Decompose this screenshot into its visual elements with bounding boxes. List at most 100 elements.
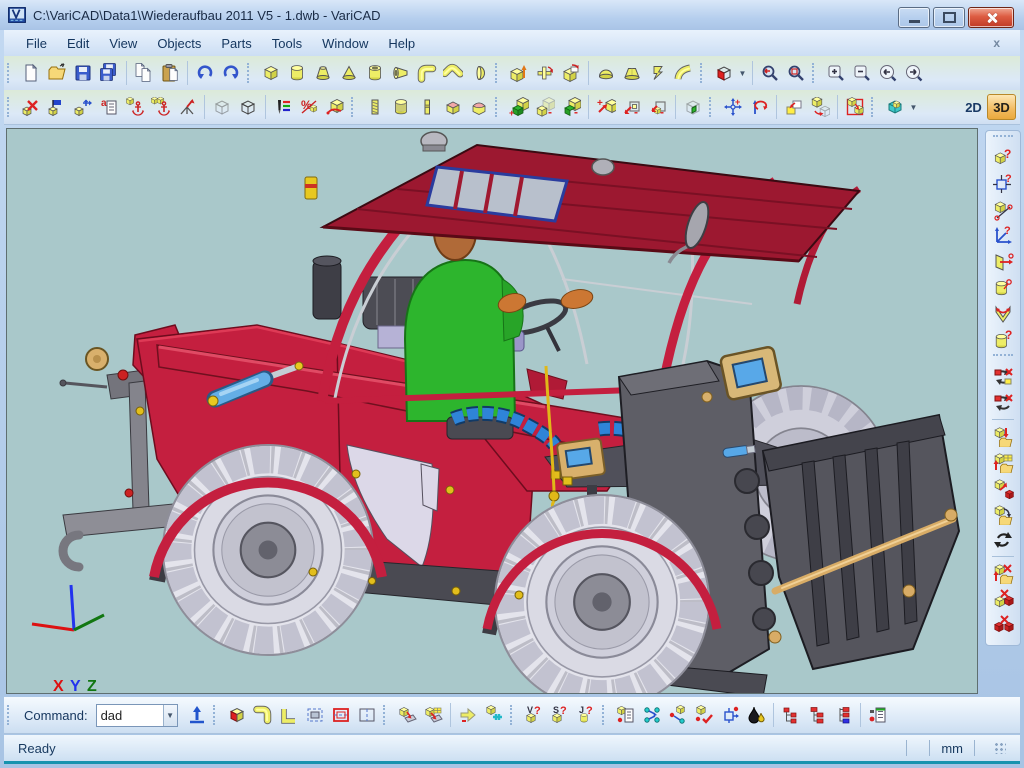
sphere-segment-icon[interactable]	[593, 60, 619, 86]
move-solid-flag-icon[interactable]	[44, 94, 70, 120]
remove-solid-2-icon[interactable]: -	[645, 94, 671, 120]
measure-distance-icon[interactable]	[990, 197, 1016, 223]
edit-contour-icon[interactable]	[322, 94, 348, 120]
hollow-cylinder-icon[interactable]	[362, 60, 388, 86]
title-bar[interactable]: C:\VariCAD\Data1\Wiederaufbau 2011 V5 - …	[0, 0, 1024, 30]
toolbar-grip[interactable]	[495, 63, 503, 83]
view-next-icon[interactable]	[901, 60, 927, 86]
replace-solids-icon[interactable]	[990, 390, 1016, 416]
move-solid-icon[interactable]	[70, 94, 96, 120]
menu-edit[interactable]: Edit	[57, 34, 99, 53]
zoom-previous-icon[interactable]	[757, 60, 783, 86]
insert-from-library-icon[interactable]	[990, 423, 1016, 449]
toolbar-grip[interactable]	[709, 97, 717, 117]
export-view-icon[interactable]	[455, 702, 481, 728]
command-input[interactable]	[97, 708, 163, 723]
redo-icon[interactable]	[218, 60, 244, 86]
toolbar-grip[interactable]	[993, 354, 1013, 361]
toolbar-grip[interactable]	[7, 97, 15, 117]
toolbar-grip[interactable]	[602, 705, 610, 725]
insert-2d-icon[interactable]	[481, 702, 507, 728]
replace-solid-icon[interactable]	[990, 364, 1016, 390]
zoom-window-icon[interactable]	[783, 60, 809, 86]
toolbar-grip[interactable]	[383, 705, 391, 725]
remove-from-library-icon[interactable]	[990, 560, 1016, 586]
project-grid-icon[interactable]	[420, 702, 446, 728]
solids-list-icon[interactable]	[613, 702, 639, 728]
zoom-out-icon[interactable]	[849, 60, 875, 86]
compare-solids-icon[interactable]	[990, 586, 1016, 612]
shaded-display-icon[interactable]	[235, 94, 261, 120]
link-solids-icon[interactable]	[665, 702, 691, 728]
close-button[interactable]	[968, 7, 1014, 28]
render-drop-icon[interactable]	[743, 702, 769, 728]
viewport-canvas[interactable]: X Y Z	[6, 128, 978, 694]
minimize-button[interactable]	[898, 7, 930, 28]
wireframe-display-icon[interactable]	[209, 94, 235, 120]
copy-transform-icon[interactable]	[781, 94, 807, 120]
snap-mode-icon[interactable]	[174, 94, 200, 120]
anchor-solid-icon[interactable]	[122, 94, 148, 120]
resize-grip[interactable]	[994, 742, 1006, 754]
extrude-solid-icon[interactable]	[506, 60, 532, 86]
save-icon[interactable]	[70, 60, 96, 86]
maximize-button[interactable]	[933, 7, 965, 28]
menu-tools[interactable]: Tools	[262, 34, 312, 53]
toolbar-grip[interactable]	[993, 135, 1013, 142]
toolbar-grip[interactable]	[7, 705, 15, 725]
transparency-icon[interactable]: %	[296, 94, 322, 120]
toolbar-grip[interactable]	[7, 63, 15, 83]
hollow-cone-icon[interactable]	[388, 60, 414, 86]
menu-help[interactable]: Help	[378, 34, 425, 53]
menu-window[interactable]: Window	[312, 34, 378, 53]
half-cylinder-icon[interactable]	[466, 60, 492, 86]
helix-icon[interactable]	[645, 60, 671, 86]
chamfer-icon[interactable]	[440, 94, 466, 120]
view-cube-icon[interactable]	[711, 60, 737, 86]
move-to-model-icon[interactable]	[990, 475, 1016, 501]
box-solid-icon[interactable]	[258, 60, 284, 86]
view-front-icon[interactable]	[302, 702, 328, 728]
pyramid-icon[interactable]	[619, 60, 645, 86]
paste-solid-icon[interactable]	[842, 94, 868, 120]
execute-command-icon[interactable]	[184, 702, 210, 728]
sweep-pipe-icon[interactable]	[671, 60, 697, 86]
copy-to-library-icon[interactable]	[990, 501, 1016, 527]
thread-icon[interactable]	[362, 94, 388, 120]
axon-view-icon[interactable]	[224, 702, 250, 728]
view-previous-icon[interactable]	[875, 60, 901, 86]
link-edges-icon[interactable]	[639, 702, 665, 728]
delete-solid-icon[interactable]	[18, 94, 44, 120]
elbow-pipe-icon[interactable]	[414, 60, 440, 86]
move-3d-icon[interactable]: +	[720, 94, 746, 120]
paste-from-library-icon[interactable]	[990, 449, 1016, 475]
menu-parts[interactable]: Parts	[211, 34, 261, 53]
document-close-icon[interactable]: x	[985, 36, 1008, 50]
solid-info-icon[interactable]: ?	[990, 327, 1016, 353]
view-side-icon[interactable]	[354, 702, 380, 728]
query-volume-icon[interactable]: V?	[521, 702, 547, 728]
combo-dropdown-icon[interactable]: ▼	[163, 705, 177, 726]
rotate-3d-icon[interactable]	[746, 94, 772, 120]
query-mass-icon[interactable]: J?	[573, 702, 599, 728]
shell-tool-dropdown[interactable]: ▼	[908, 94, 919, 120]
menu-file[interactable]: File	[16, 34, 57, 53]
transform-wire-icon[interactable]	[717, 702, 743, 728]
boolean-subtract-icon[interactable]: -	[532, 94, 558, 120]
undo-icon[interactable]	[192, 60, 218, 86]
knurl-icon[interactable]	[388, 94, 414, 120]
toolbar-grip[interactable]	[510, 705, 518, 725]
fillet-icon[interactable]	[466, 94, 492, 120]
assembly-tree-icon[interactable]	[778, 702, 804, 728]
groove-icon[interactable]	[414, 94, 440, 120]
rotate-profile-icon[interactable]	[558, 60, 584, 86]
boolean-union-icon[interactable]: +	[506, 94, 532, 120]
cone-frustum-icon[interactable]	[310, 60, 336, 86]
project-view-icon[interactable]	[394, 702, 420, 728]
parts-list-icon[interactable]	[865, 702, 891, 728]
toolbar-grip[interactable]	[812, 63, 820, 83]
structure-tree-icon[interactable]	[804, 702, 830, 728]
remove-solid-icon[interactable]: -	[619, 94, 645, 120]
mode-2d-button[interactable]: 2D	[960, 95, 987, 119]
anchor-solids-icon[interactable]	[148, 94, 174, 120]
